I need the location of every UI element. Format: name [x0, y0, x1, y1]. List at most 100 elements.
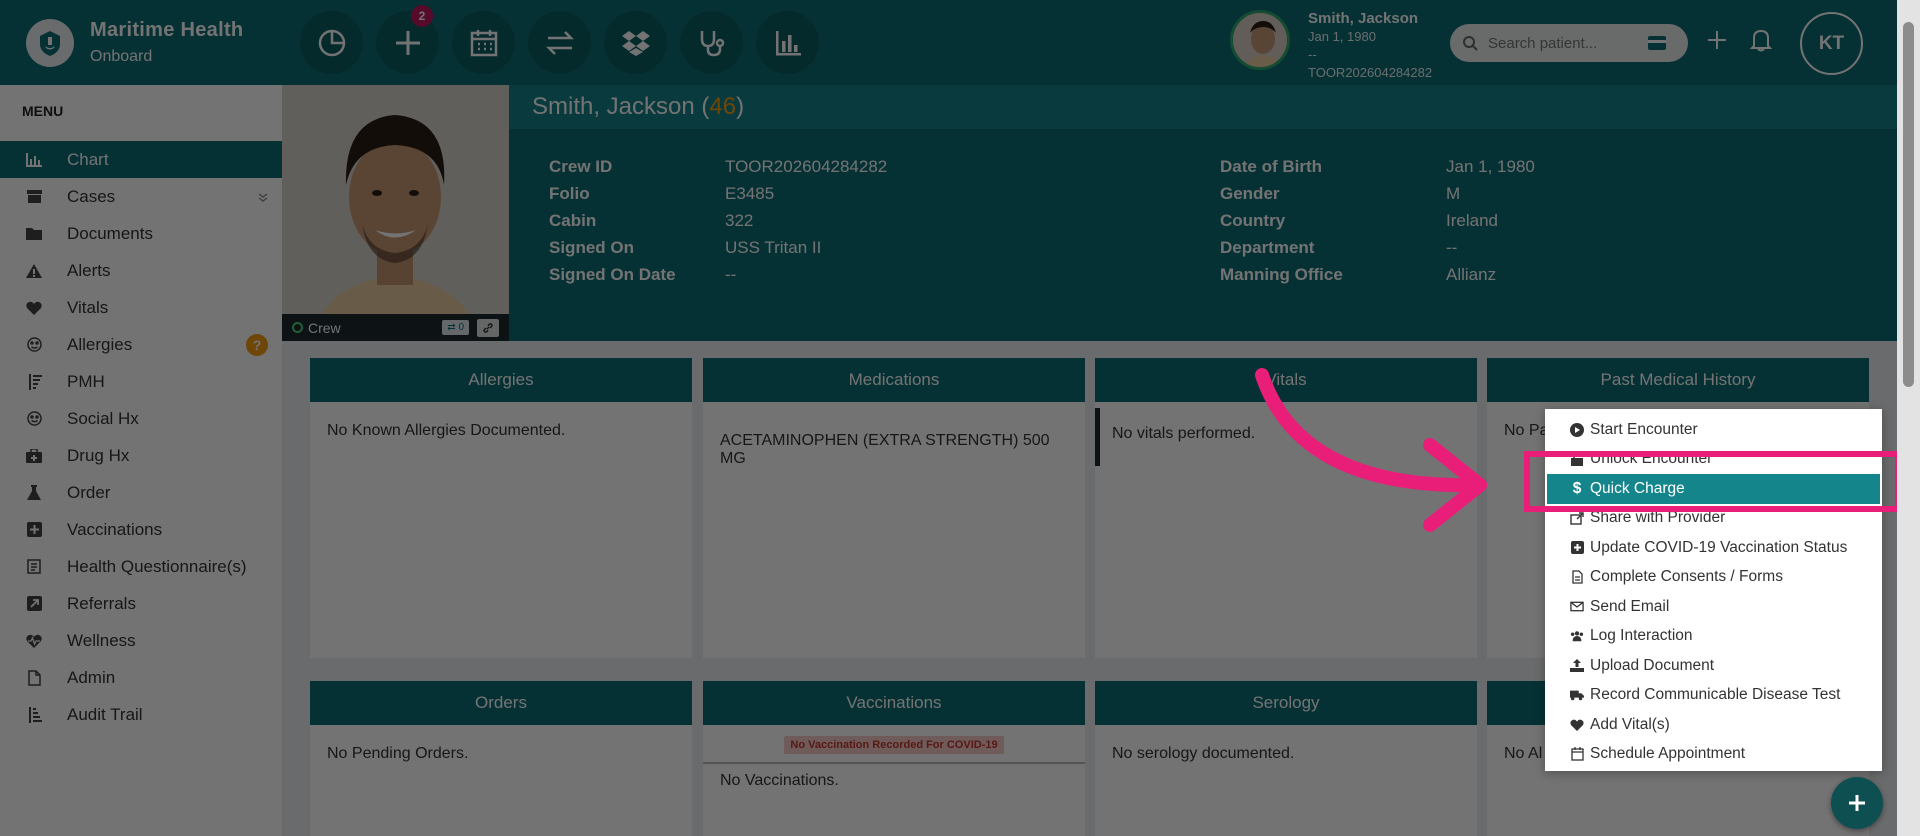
medkit-icon — [26, 448, 42, 464]
link-button[interactable] — [477, 318, 499, 337]
menu-item-send-email[interactable]: Send Email — [1545, 592, 1882, 622]
help-badge[interactable]: ? — [246, 333, 268, 356]
flask-icon — [26, 485, 42, 501]
sidebar-item-vaccinations[interactable]: Vaccinations — [0, 511, 282, 548]
patient-portrait — [282, 85, 509, 341]
chevron-down-icon[interactable] — [258, 187, 268, 207]
dob-value: Jan 1, 1980 — [1446, 157, 1535, 176]
sidebar-item-label: Social Hx — [67, 408, 139, 428]
brand[interactable]: Maritime Health Onboard — [0, 18, 282, 67]
add-new-button[interactable] — [1705, 28, 1729, 57]
sidebar-header: MENU — [22, 103, 64, 119]
sidebar-item-wellness[interactable]: Wellness — [0, 622, 282, 659]
sidebar-item-label: Audit Trail — [67, 704, 143, 724]
notifications-button[interactable] — [1749, 28, 1773, 57]
sidebar-item-label: PMH — [67, 371, 105, 391]
crew-id-label: Crew ID — [549, 157, 613, 176]
sidebar-item-order[interactable]: Order — [0, 474, 282, 511]
sidebar-item-drug-hx[interactable]: Drug Hx — [0, 437, 282, 474]
transfer-button[interactable] — [528, 11, 591, 74]
heartbeat-icon — [26, 633, 42, 649]
sidebar-item-pmh[interactable]: PMH — [0, 363, 282, 400]
manning-office-label: Manning Office — [1220, 265, 1343, 284]
brand-title: Maritime Health — [90, 19, 244, 41]
top-bar: Maritime Health Onboard 2 Smith, Jackson… — [0, 0, 1920, 85]
sidebar-item-label: Vitals — [67, 297, 109, 317]
pmh-card-header[interactable]: Past Medical History — [1487, 358, 1869, 402]
add-button[interactable]: 2 — [376, 5, 439, 74]
sidebar-item-vitals[interactable]: Vitals — [0, 289, 282, 326]
menu-item-update-covid-status[interactable]: Update COVID-19 Vaccination Status — [1545, 533, 1882, 563]
sidebar-item-audit-trail[interactable]: Audit Trail — [0, 696, 282, 733]
sidebar-item-label: Alerts — [67, 260, 111, 280]
menu-item-add-vitals[interactable]: Add Vital(s) — [1545, 710, 1882, 740]
cabin-label: Cabin — [549, 211, 597, 230]
menu-item-label: Update COVID-19 Vaccination Status — [1590, 538, 1848, 556]
crew-id-value: TOOR202604284282 — [725, 157, 888, 176]
page-scrollbar[interactable] — [1897, 0, 1920, 836]
dropbox-button[interactable] — [604, 11, 667, 74]
heart-icon — [1570, 719, 1584, 731]
link-icon — [483, 322, 493, 333]
sidebar: MENU Chart Cases Documents Alerts Vitals… — [0, 85, 282, 836]
smile-icon — [26, 411, 42, 427]
serology-card-header[interactable]: Serology — [1095, 681, 1477, 725]
orders-card-header[interactable]: Orders — [310, 681, 692, 725]
sort-icon — [26, 706, 42, 723]
patient-name-close: ) — [736, 93, 745, 120]
menu-item-schedule-appointment[interactable]: Schedule Appointment — [1545, 740, 1882, 770]
toolbar: 2 — [300, 5, 819, 74]
medications-card-header[interactable]: Medications — [703, 358, 1085, 402]
patient-name-bar: Smith, Jackson (46) — [509, 85, 1897, 129]
orders-card-body: No Pending Orders. — [327, 745, 469, 762]
menu-item-upload-document[interactable]: Upload Document — [1545, 651, 1882, 681]
menu-item-record-disease-test[interactable]: Record Communicable Disease Test — [1545, 681, 1882, 711]
scrollbar-thumb[interactable] — [1903, 22, 1914, 387]
calendar-button[interactable] — [452, 11, 515, 74]
patient-photo[interactable]: Crew ⇄ 0 — [282, 85, 509, 341]
current-patient[interactable]: Smith, Jackson Jan 1, 1980 -- TOOR202604… — [1230, 10, 1432, 82]
pointer-arrow-icon — [1255, 368, 1487, 532]
allergies-card-header[interactable]: Allergies — [310, 358, 692, 402]
ambulance-icon — [1570, 689, 1584, 701]
sidebar-item-alerts[interactable]: Alerts — [0, 252, 282, 289]
users-icon — [1570, 630, 1584, 642]
highlight-box — [1524, 451, 1901, 512]
vaccinations-card-header[interactable]: Vaccinations — [703, 681, 1085, 725]
vitals-accent-bar — [1095, 408, 1100, 466]
allergies-card-body: No Known Allergies Documented. — [327, 422, 566, 439]
menu-item-label: Log Interaction — [1590, 627, 1693, 645]
menu-item-start-encounter[interactable]: Start Encounter — [1545, 415, 1882, 445]
pie-chart-button[interactable] — [300, 11, 363, 74]
sidebar-item-social-hx[interactable]: Social Hx — [0, 400, 282, 437]
stethoscope-button[interactable] — [680, 11, 743, 74]
manning-office-value: Allianz — [1446, 265, 1497, 284]
sidebar-item-documents[interactable]: Documents — [0, 215, 282, 252]
sidebar-item-allergies[interactable]: Allergies ? — [0, 326, 282, 363]
file-text-icon — [1570, 570, 1584, 584]
sidebar-item-cases[interactable]: Cases — [0, 178, 282, 215]
calendar-icon — [1570, 747, 1584, 761]
sidebar-item-referrals[interactable]: Referrals — [0, 585, 282, 622]
menu-item-complete-consents[interactable]: Complete Consents / Forms — [1545, 563, 1882, 593]
department-label: Department — [1220, 238, 1315, 257]
share-count: 0 — [458, 322, 464, 333]
sidebar-item-chart[interactable]: Chart — [0, 141, 282, 178]
plus-icon — [395, 30, 420, 55]
pmh-icon — [26, 373, 42, 390]
sidebar-item-health-questionnaires[interactable]: Health Questionnaire(s) — [0, 548, 282, 585]
country-value: Ireland — [1446, 211, 1498, 230]
bar-chart-button[interactable] — [756, 11, 819, 74]
search-input[interactable] — [1488, 34, 1648, 52]
user-avatar[interactable]: KT — [1800, 12, 1863, 75]
cabin-value: 322 — [725, 211, 754, 230]
plus-square-icon — [26, 522, 42, 538]
share-count-button[interactable]: ⇄ 0 — [442, 320, 469, 335]
sidebar-item-admin[interactable]: Admin — [0, 659, 282, 696]
pie-chart-icon — [318, 29, 345, 56]
menu-item-log-interaction[interactable]: Log Interaction — [1545, 622, 1882, 652]
patient-mini-name: Smith, Jackson — [1308, 10, 1419, 27]
status-dot-icon — [292, 322, 303, 333]
medications-card: Medications ACETAMINOPHEN (EXTRA STRENGT… — [703, 358, 1085, 658]
floating-action-button[interactable] — [1831, 777, 1883, 829]
